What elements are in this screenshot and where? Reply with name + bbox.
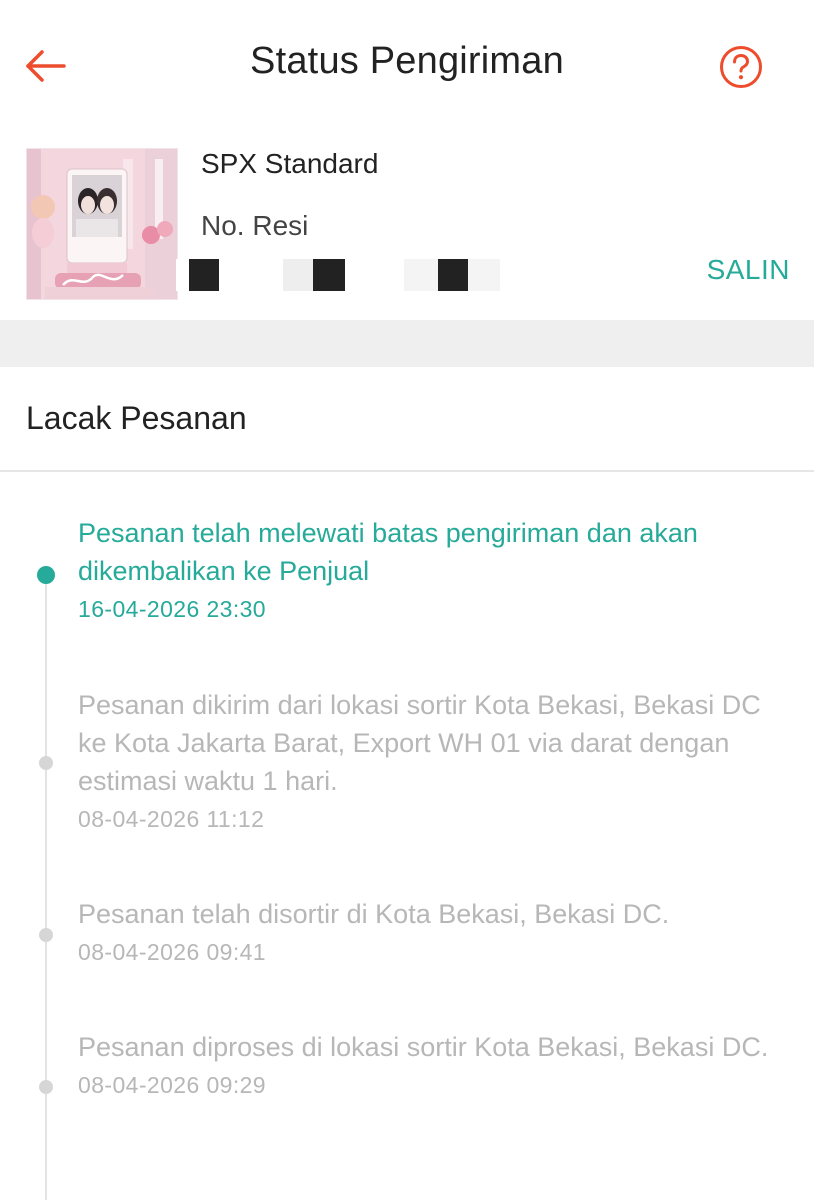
- redaction-block: [468, 259, 500, 291]
- event-description: Pesanan dikirim dari lokasi sortir Kota …: [78, 690, 761, 796]
- redaction-block: [404, 259, 438, 291]
- tracking-event: Pesanan dikirim dari lokasi sortir Kota …: [78, 686, 790, 833]
- courier-name: SPX Standard: [201, 148, 379, 179]
- event-time: 16-04-2026 23:30: [78, 596, 266, 622]
- event-time: 08-04-2026 09:41: [78, 939, 266, 965]
- redaction-block: [313, 259, 345, 291]
- timeline-dot-active: [37, 566, 55, 584]
- section-spacer: [0, 320, 814, 367]
- shipment-card: SPX Standard No. Resi SALIN: [0, 122, 814, 320]
- redaction-block: [189, 259, 219, 291]
- timeline-dot: [39, 928, 53, 942]
- tracking-event: Pesanan telah disortir di Kota Bekasi, B…: [78, 895, 790, 966]
- event-time: 08-04-2026 09:29: [78, 1072, 266, 1098]
- tracking-title: Lacak Pesanan: [26, 400, 247, 436]
- product-thumbnail: [26, 148, 178, 300]
- redaction-block: [176, 259, 188, 291]
- page-title: Status Pengiriman: [250, 40, 564, 82]
- redaction-block: [283, 259, 313, 291]
- copy-button[interactable]: SALIN: [690, 254, 790, 286]
- event-description: Pesanan telah melewati batas pengiriman …: [78, 518, 698, 586]
- question-circle-icon: [720, 46, 762, 88]
- event-description: Pesanan telah disortir di Kota Bekasi, B…: [78, 899, 670, 929]
- redaction-block: [438, 259, 468, 291]
- timeline-line: [45, 578, 47, 1200]
- tracking-event: Pesanan telah melewati batas pengiriman …: [78, 514, 790, 623]
- timeline-dot: [39, 1080, 53, 1094]
- tracking-number-label: No. Resi: [201, 210, 309, 241]
- event-time: 08-04-2026 11:12: [78, 806, 265, 832]
- product-photo: [27, 149, 177, 299]
- divider: [0, 470, 814, 472]
- help-button[interactable]: [718, 44, 764, 90]
- tracking-event: Pesanan diproses di lokasi sortir Kota B…: [78, 1028, 790, 1099]
- event-description: Pesanan diproses di lokasi sortir Kota B…: [78, 1032, 769, 1062]
- top-bar: Status Pengiriman: [0, 0, 814, 122]
- timeline-dot: [39, 756, 53, 770]
